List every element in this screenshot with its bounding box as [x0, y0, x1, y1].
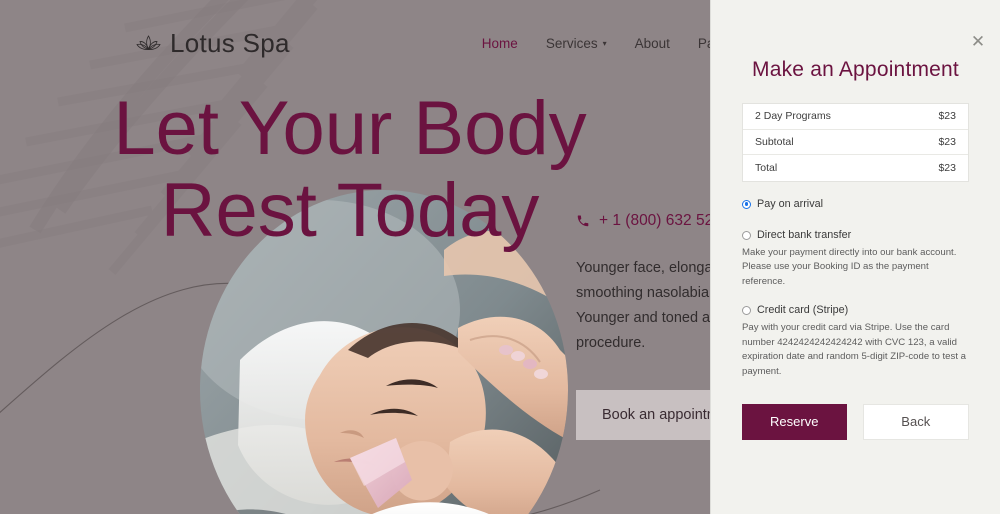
payment-option-description: Pay with your credit card via Stripe. Us…	[742, 322, 966, 378]
radio-bank-transfer[interactable]	[742, 230, 751, 240]
hero-photo	[200, 190, 568, 514]
payment-option-label: Direct bank transfer	[757, 228, 852, 241]
appointment-modal: ✕ Make an Appointment 2 Day Programs $23…	[710, 0, 1000, 514]
close-icon[interactable]: ✕	[967, 30, 989, 52]
back-button[interactable]: Back	[862, 403, 969, 440]
table-row: Total $23	[743, 155, 968, 181]
payment-option-label: Pay on arrival	[757, 197, 824, 210]
nav-item-services-label: Services	[545, 35, 598, 51]
lotus-icon	[136, 35, 161, 50]
brand-name: Lotus Spa	[170, 27, 290, 58]
order-subtotal-label: Subtotal	[755, 135, 794, 148]
nav-item-services[interactable]: Services ▾	[546, 36, 607, 51]
order-total-amount: $23	[938, 161, 956, 174]
payment-options: Pay on arrival Direct bank transfer Make…	[742, 197, 969, 380]
payment-option-label: Credit card (Stripe)	[757, 304, 849, 317]
modal-actions: Reserve Back	[742, 403, 969, 440]
modal-title: Make an Appointment	[752, 58, 959, 81]
table-row: Subtotal $23	[743, 130, 968, 155]
order-total-label: Total	[755, 161, 778, 174]
order-summary-table: 2 Day Programs $23 Subtotal $23 Total $2…	[742, 103, 969, 182]
payment-option-bank-transfer[interactable]: Direct bank transfer	[742, 228, 969, 242]
payment-option-credit-card[interactable]: Credit card (Stripe)	[742, 303, 969, 317]
order-subtotal-amount: $23	[938, 135, 956, 148]
nav-item-about[interactable]: About	[635, 36, 670, 51]
radio-credit-card[interactable]	[742, 306, 751, 316]
table-row: 2 Day Programs $23	[743, 104, 968, 130]
nav-item-home-label: Home	[481, 35, 518, 51]
nav-item-home[interactable]: Home	[482, 36, 518, 51]
order-item-label: 2 Day Programs	[755, 110, 831, 123]
nav-item-about-label: About	[634, 35, 670, 51]
brand-logo[interactable]: Lotus Spa	[136, 28, 290, 59]
phone-icon	[577, 215, 589, 227]
payment-option-pay-on-arrival[interactable]: Pay on arrival	[742, 197, 969, 211]
page-root: Let Your Body Rest Today + 1 (800) 632 5…	[0, 0, 1000, 514]
order-item-amount: $23	[938, 110, 956, 123]
hero-title-line1: Let Your Body	[113, 86, 587, 171]
radio-pay-on-arrival[interactable]	[742, 199, 751, 209]
payment-option-description: Make your payment directly into our bank…	[742, 246, 957, 287]
reserve-button[interactable]: Reserve	[742, 403, 847, 440]
chevron-down-icon: ▾	[602, 39, 607, 48]
